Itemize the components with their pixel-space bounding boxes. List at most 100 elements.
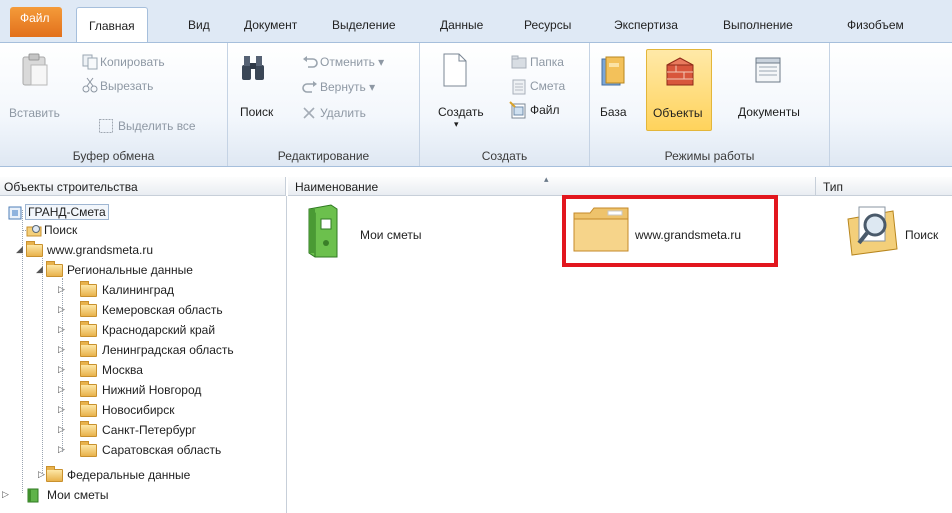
folder-icon <box>46 466 63 482</box>
group-editing: Поиск Отменить ▾ Вернуть ▾ Удалить Редак… <box>228 43 420 166</box>
tree-item-region[interactable]: ▷ Нижний Новгород <box>0 381 270 399</box>
redo-button[interactable]: Вернуть ▾ <box>320 80 375 94</box>
tab-resources[interactable]: Ресурсы <box>524 18 571 32</box>
tab-expertise[interactable]: Экспертиза <box>614 18 678 32</box>
undo-icon <box>303 56 318 68</box>
tree-item-federal[interactable]: ▷ Федеральные данные <box>0 466 240 484</box>
objects-button[interactable]: Объекты <box>646 49 712 131</box>
ribbon-tab-bar: Файл Главная Вид Документ Выделение Данн… <box>0 0 952 43</box>
tree-label-search: Поиск <box>44 223 78 237</box>
tab-document[interactable]: Документ <box>244 18 297 32</box>
tree-label-region: Новосибирск <box>102 403 175 417</box>
red-highlight-frame <box>562 195 778 267</box>
grand-smeta-icon <box>8 206 22 220</box>
tree-label-region: Саратовская область <box>102 443 222 457</box>
column-header-type[interactable]: Тип <box>823 180 843 194</box>
tab-physvolume[interactable]: Физобъем <box>847 18 904 32</box>
file-button[interactable]: Файл <box>530 103 560 117</box>
expanded-arrow-icon[interactable]: ◢ <box>36 264 43 275</box>
file-icon <box>509 101 526 119</box>
list-item-label: Поиск <box>905 228 939 242</box>
tree-item-regional[interactable]: ◢ Региональные данные <box>0 261 240 279</box>
tab-home[interactable]: Главная <box>76 7 148 43</box>
estimate-button[interactable]: Смета <box>530 79 565 93</box>
tree-label-federal: Федеральные данные <box>67 468 191 482</box>
expanded-arrow-icon[interactable]: ◢ <box>16 244 23 255</box>
folder-icon <box>80 381 97 397</box>
collapsed-arrow-icon[interactable]: ▷ <box>58 304 65 315</box>
collapsed-arrow-icon[interactable]: ▷ <box>58 364 65 375</box>
create-button[interactable]: Создать <box>438 105 484 119</box>
paste-button[interactable]: Вставить <box>9 106 60 120</box>
folder-icon <box>26 241 43 257</box>
tab-file[interactable]: Файл <box>10 7 62 37</box>
delete-button[interactable]: Удалить <box>320 106 366 120</box>
base-button[interactable]: База <box>600 105 627 119</box>
tree-item-my-estimates[interactable]: ▷ Мои сметы <box>0 486 160 504</box>
sort-ascending-icon: ▴ <box>544 174 549 184</box>
collapsed-arrow-icon[interactable]: ▷ <box>58 324 65 335</box>
tree-item-region[interactable]: ▷ Краснодарский край <box>0 321 270 339</box>
tree-item-search[interactable]: Поиск <box>0 221 120 239</box>
tree-label-site: www.grandsmeta.ru <box>47 243 154 257</box>
tree-label-region: Москва <box>102 363 143 377</box>
tree-item-region[interactable]: ▷ Новосибирск <box>0 401 270 419</box>
collapsed-arrow-icon[interactable]: ▷ <box>58 284 65 295</box>
select-all-button[interactable]: Выделить все <box>118 119 196 133</box>
list-item-label: Мои сметы <box>360 228 422 242</box>
tab-selection[interactable]: Выделение <box>332 18 396 32</box>
collapsed-arrow-icon[interactable]: ▷ <box>58 344 65 355</box>
editing-group-label: Редактирование <box>277 149 370 163</box>
collapsed-arrow-icon[interactable]: ▷ <box>58 404 65 415</box>
estimate-icon <box>512 79 526 95</box>
copy-button[interactable]: Копировать <box>100 55 165 69</box>
work-modes-group-label: Режимы работы <box>664 149 755 163</box>
object-tree[interactable]: ГРАНД-Смета Поиск ◢ www.grandsmeta.ru ◢ … <box>0 196 287 513</box>
undo-button[interactable]: Отменить ▾ <box>320 55 384 69</box>
folder-icon <box>80 401 97 417</box>
folder-icon <box>80 301 97 317</box>
collapsed-arrow-icon[interactable]: ▷ <box>58 424 65 435</box>
collapsed-arrow-icon[interactable]: ▷ <box>38 469 45 480</box>
folder-icon <box>511 55 527 69</box>
cut-button[interactable]: Вырезать <box>100 79 153 93</box>
tree-panel-header: Объекты строительства <box>0 177 286 196</box>
tab-data[interactable]: Данные <box>440 18 483 32</box>
collapsed-arrow-icon[interactable]: ▷ <box>58 384 65 395</box>
tab-view[interactable]: Вид <box>188 18 210 32</box>
search-folder-icon <box>26 225 42 237</box>
tab-execution[interactable]: Выполнение <box>723 18 793 32</box>
collapsed-arrow-icon[interactable]: ▷ <box>58 444 65 455</box>
binoculars-icon <box>242 56 264 80</box>
tree-item-region[interactable]: ▷ Санкт-Петербург <box>0 421 270 439</box>
tree-item-root[interactable]: ГРАНД-Смета <box>0 204 140 222</box>
folder-icon <box>80 281 97 297</box>
tree-item-region[interactable]: ▷ Кемеровская область <box>0 301 270 319</box>
create-dropdown-arrow[interactable]: ▾ <box>454 119 459 130</box>
folder-icon <box>46 261 63 277</box>
select-all-icon <box>99 119 113 133</box>
group-clipboard: Вставить Копировать Вырезать Выделить вс… <box>0 43 228 166</box>
tree-item-region[interactable]: ▷ Калининград <box>0 281 270 299</box>
tree-item-site[interactable]: ◢ www.grandsmeta.ru <box>0 241 200 259</box>
tree-item-region[interactable]: ▷ Ленинградская область <box>0 341 285 359</box>
column-separator[interactable] <box>815 177 816 196</box>
clipboard-group-label: Буфер обмена <box>72 149 155 163</box>
tree-item-region[interactable]: ▷ Москва <box>0 361 270 379</box>
binder-icon <box>27 488 39 503</box>
folder-icon <box>80 441 97 457</box>
folder-icon <box>80 361 97 377</box>
redo-icon <box>302 81 317 93</box>
search-button[interactable]: Поиск <box>240 105 273 119</box>
green-binder-icon <box>308 204 338 258</box>
documents-button[interactable]: Документы <box>738 105 800 119</box>
folder-icon <box>80 341 97 357</box>
collapsed-arrow-icon[interactable]: ▷ <box>2 489 9 500</box>
folder-button[interactable]: Папка <box>530 55 564 69</box>
database-icon <box>601 56 625 86</box>
tree-label-root: ГРАНД-Смета <box>25 204 109 220</box>
folder-icon <box>80 421 97 437</box>
tree-item-region[interactable]: ▷ Саратовская область <box>0 441 270 459</box>
new-document-icon <box>443 53 467 87</box>
column-header-name[interactable]: Наименование <box>295 180 378 194</box>
